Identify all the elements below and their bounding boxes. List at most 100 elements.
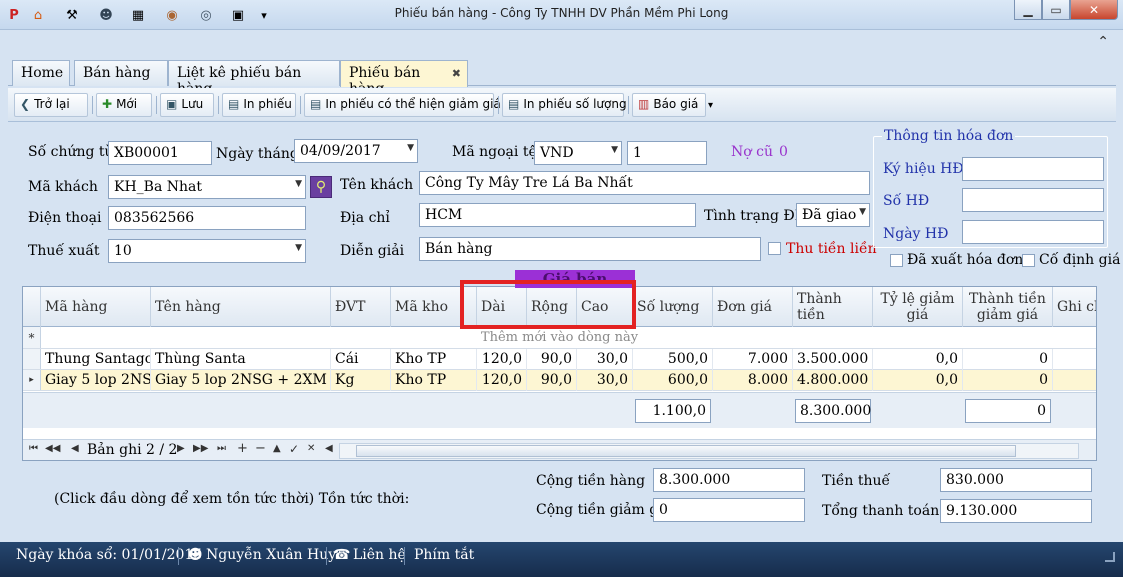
last-record-icon[interactable]: ⏭ xyxy=(217,443,226,454)
tab-phieu-ban-hang[interactable]: Phiếu bán hàng ✖ xyxy=(340,60,468,97)
scrollbar-thumb[interactable] xyxy=(356,445,1016,457)
tab-liet-ke[interactable]: Liệt kê phiếu bán hàng xyxy=(168,60,340,97)
thue-xuat-select[interactable]: 10 ▼ xyxy=(108,239,306,263)
print-button[interactable]: ▤ In phiếu xyxy=(222,93,296,117)
dropdown-arrow-icon: ▼ xyxy=(859,207,866,217)
print-quantity-button[interactable]: ▤ In phiếu số lượng xyxy=(502,93,627,117)
prev-record-icon[interactable]: ◀ xyxy=(71,443,79,454)
ky-hieu-hd-input[interactable] xyxy=(962,157,1104,181)
cell-don-gia[interactable]: 8.000 xyxy=(713,370,793,391)
col-thanh-tien-giam-gia[interactable]: Thành tiền giảm giá xyxy=(963,287,1053,327)
cancel-icon[interactable]: ✕ xyxy=(307,443,315,454)
contact-link[interactable]: Liên hệ xyxy=(353,547,406,563)
tab-ban-hang[interactable]: Bán hàng xyxy=(74,60,168,86)
cell-dvt[interactable]: Kg xyxy=(331,370,391,391)
da-xuat-hoa-don-checkbox[interactable] xyxy=(890,254,903,267)
cell-dai[interactable]: 120,0 xyxy=(477,349,527,370)
cong-tien-hang-label: Cộng tiền hàng xyxy=(536,473,646,489)
dien-thoai-input[interactable]: 083562566 xyxy=(108,206,306,230)
cong-tien-giam-gia-value[interactable]: 0 xyxy=(653,498,805,522)
col-ghi-chu[interactable]: Ghi chú xyxy=(1053,287,1096,327)
print-discount-button[interactable]: ▤ In phiếu có thể hiện giảm giá xyxy=(304,93,501,117)
cell-cao[interactable]: 30,0 xyxy=(577,349,633,370)
cell-thanh-tien[interactable]: 4.800.000 xyxy=(793,370,873,391)
maximize-button[interactable]: ▭ xyxy=(1042,0,1070,20)
resize-grip-icon[interactable] xyxy=(1105,552,1115,562)
cell-rong[interactable]: 90,0 xyxy=(527,349,577,370)
col-so-luong[interactable]: Số lượng xyxy=(633,287,713,327)
tab-label: Bán hàng xyxy=(83,65,151,81)
close-tab-icon[interactable]: ✖ xyxy=(452,67,461,80)
ma-khach-select[interactable]: KH_Ba Nhat ▼ xyxy=(108,175,306,199)
dien-giai-input[interactable]: Bán hàng xyxy=(419,237,761,261)
so-chung-tu-input[interactable]: XB00001 xyxy=(108,141,212,165)
cong-tien-giam-gia-label: Cộng tiền giảm giá xyxy=(536,502,672,518)
col-ten-hang[interactable]: Tên hàng xyxy=(151,287,331,327)
cell-tt-giam-gia[interactable]: 0 xyxy=(963,370,1053,391)
cell-dai[interactable]: 120,0 xyxy=(477,370,527,391)
new-row[interactable]: * Thêm mới vào dòng này xyxy=(23,327,1096,349)
current-user[interactable]: Nguyễn Xuân Huy xyxy=(206,547,336,563)
save-button[interactable]: ▣ Lưu xyxy=(160,93,214,117)
ma-ngoai-te-select[interactable]: VND ▼ xyxy=(534,141,622,165)
cell-ma-kho[interactable]: Kho TP xyxy=(391,349,477,370)
tinh-trang-select[interactable]: Đã giao ▼ xyxy=(796,203,870,227)
shortcuts-link[interactable]: Phím tắt xyxy=(414,547,474,563)
col-don-gia[interactable]: Đơn giá xyxy=(713,287,793,327)
toolbar-overflow-icon[interactable]: ▾ xyxy=(708,100,713,111)
cell-cao[interactable]: 30,0 xyxy=(577,370,633,391)
quote-button[interactable]: ▥ Báo giá xyxy=(632,93,706,117)
co-dinh-gia-checkbox[interactable] xyxy=(1022,254,1035,267)
cell-ma-kho[interactable]: Kho TP xyxy=(391,370,477,391)
cell-tt-giam-gia[interactable]: 0 xyxy=(963,349,1053,370)
cell-ty-le[interactable]: 0,0 xyxy=(873,370,963,391)
col-thanh-tien[interactable]: Thành tiền xyxy=(793,287,873,327)
minimize-button[interactable]: ▁ xyxy=(1014,0,1042,20)
table-row[interactable]: ▸ Giay 5 lop 2NS... Giay 5 lop 2NSG + 2X… xyxy=(23,370,1096,391)
first-record-icon[interactable]: ⏮ xyxy=(29,443,38,454)
col-ty-le-giam-gia[interactable]: Tỷ lệ giảm giá xyxy=(873,287,963,327)
ngay-thang-picker[interactable]: 04/09/2017 ▼ xyxy=(294,139,418,163)
remove-record-icon[interactable]: − xyxy=(255,441,266,456)
col-dvt[interactable]: ĐVT xyxy=(331,287,391,327)
tien-thue-value[interactable]: 830.000 xyxy=(940,468,1092,492)
confirm-icon[interactable]: ✓ xyxy=(289,442,299,456)
cell-so-luong[interactable]: 500,0 xyxy=(633,349,713,370)
scroll-left-icon[interactable]: ◀ xyxy=(325,443,333,454)
cell-thanh-tien[interactable]: 3.500.000 xyxy=(793,349,873,370)
cell-don-gia[interactable]: 7.000 xyxy=(713,349,793,370)
add-record-icon[interactable]: + xyxy=(237,441,248,456)
ten-khach-input[interactable]: Công Ty Mây Tre Lá Ba Nhất xyxy=(419,171,870,195)
close-button[interactable]: ✕ xyxy=(1070,0,1118,20)
ngay-hd-input[interactable] xyxy=(962,220,1104,244)
dia-chi-input[interactable]: HCM xyxy=(419,203,696,227)
move-up-icon[interactable]: ▲ xyxy=(273,443,281,454)
cell-ty-le[interactable]: 0,0 xyxy=(873,349,963,370)
new-button[interactable]: ✚ Mới xyxy=(96,93,152,117)
table-row[interactable]: Thung Santago Thùng Santa Cái Kho TP 120… xyxy=(23,349,1096,370)
tab-home[interactable]: Home xyxy=(12,60,70,86)
so-hd-input[interactable] xyxy=(962,188,1104,212)
record-counter: Bản ghi 2 / 2 xyxy=(87,442,178,458)
customer-lookup-icon[interactable]: ⚲ xyxy=(310,176,332,198)
cell-dvt[interactable]: Cái xyxy=(331,349,391,370)
cell-so-luong[interactable]: 600,0 xyxy=(633,370,713,391)
next-page-icon[interactable]: ▶▶ xyxy=(193,443,208,454)
back-button[interactable]: ❮ Trở lại xyxy=(14,93,88,117)
cell-ten-hang[interactable]: Giay 5 lop 2NSG + 2XM 1... xyxy=(151,370,331,391)
tong-thanh-toan-value[interactable]: 9.130.000 xyxy=(940,499,1092,523)
col-ma-hang[interactable]: Mã hàng xyxy=(41,287,151,327)
cell-ten-hang[interactable]: Thùng Santa xyxy=(151,349,331,370)
ribbon-bar: ⌃ xyxy=(0,30,1123,58)
thu-tien-lien-checkbox[interactable] xyxy=(768,242,781,255)
next-record-icon[interactable]: ▶ xyxy=(177,443,185,454)
cell-ma-hang[interactable]: Thung Santago xyxy=(41,349,151,370)
ty-gia-input[interactable]: 1 xyxy=(627,141,707,165)
title-bar: P ⌂ ⚒ ☻ ▦ ◉ ◎ ▣ ▾ Phiếu bán hàng - Công … xyxy=(0,0,1123,30)
chevron-up-icon[interactable]: ⌃ xyxy=(1097,34,1109,50)
horizontal-scrollbar[interactable] xyxy=(339,443,1079,459)
prev-page-icon[interactable]: ◀◀ xyxy=(45,443,60,454)
cell-rong[interactable]: 90,0 xyxy=(527,370,577,391)
cell-ma-hang[interactable]: Giay 5 lop 2NS... xyxy=(41,370,151,391)
cong-tien-hang-value[interactable]: 8.300.000 xyxy=(653,468,805,492)
